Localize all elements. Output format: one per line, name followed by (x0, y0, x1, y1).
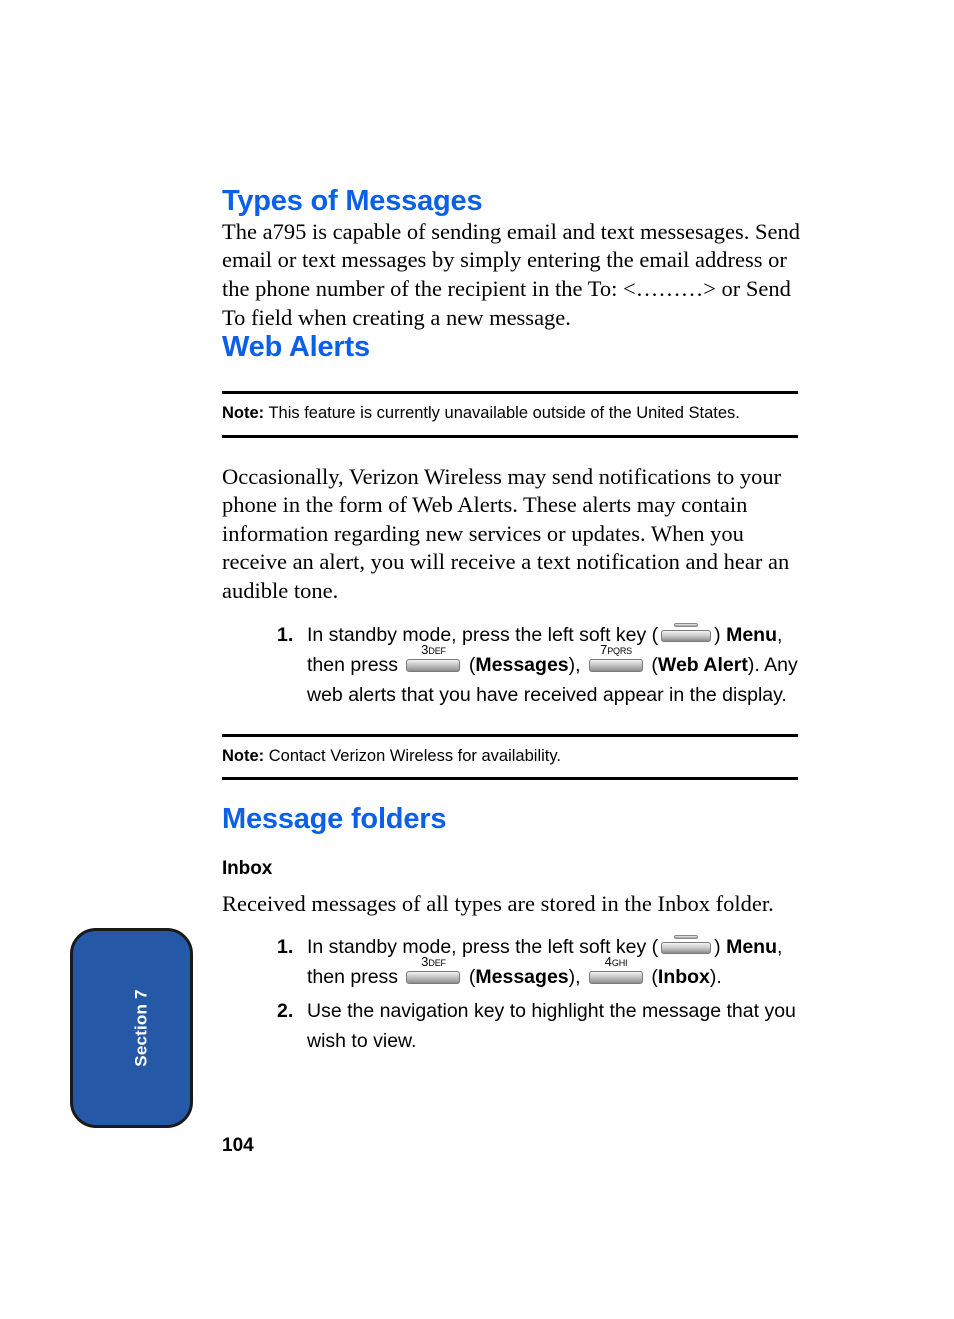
section-tab: Section 7 (70, 928, 193, 1128)
step-text: ( (463, 966, 476, 989)
list-item: 2. Use the navigation key to highlight th… (222, 996, 802, 1056)
heading-types-of-messages: Types of Messages (222, 185, 483, 217)
key-3-def-icon: 3DEF (406, 643, 461, 672)
step-bold-menu: Menu (726, 936, 778, 959)
note-body: Contact Verizon Wireless for availabilit… (264, 746, 561, 765)
paragraph-web-alerts: Occasionally, Verizon Wireless may send … (222, 463, 790, 603)
note-web-alerts: Note: This feature is currently unavaila… (222, 391, 802, 438)
key-letters: DEF (428, 958, 446, 969)
subheading-inbox: Inbox (222, 857, 273, 879)
note-text: Note: This feature is currently unavaila… (222, 394, 802, 434)
note-label: Note: (222, 746, 265, 765)
left-soft-key-icon (661, 622, 712, 642)
key-cap: 3DEF (407, 643, 459, 658)
key-letters: DEF (428, 645, 446, 656)
steps-inbox: 1. In standby mode, press the left soft k… (222, 932, 802, 1056)
left-soft-key-icon (661, 935, 712, 955)
heading-message-folders: Message folders (222, 803, 447, 835)
key-3-def-icon: 3DEF (406, 955, 461, 985)
step-text: Use the navigation key to highlight the … (307, 1000, 796, 1053)
key-digit: 4 (604, 954, 612, 970)
heading-web-alerts: Web Alerts (222, 331, 370, 364)
step-number: 2. (277, 1000, 294, 1023)
note-text: Note: Contact Verizon Wireless for avail… (222, 737, 802, 777)
paragraph-inbox: Received messages of all types are store… (222, 890, 774, 916)
key-cap: 7PQRS (590, 643, 642, 658)
step-text: ), (568, 966, 586, 989)
soft-key-dash-icon (674, 622, 699, 627)
key-letters: PQRS (607, 645, 632, 656)
step-text: ), (568, 653, 586, 676)
step-text: ( (645, 966, 658, 989)
key-7-pqrs-icon: 7PQRS (588, 643, 643, 672)
step-number: 1. (277, 936, 294, 959)
step-text: ) (714, 936, 727, 959)
soft-key-dash-icon (674, 935, 699, 940)
step-bold-menu: Menu (726, 623, 778, 646)
step-text: ( (463, 653, 476, 676)
step-number: 1. (277, 623, 294, 646)
key-letters: GHI (611, 958, 628, 969)
key-cap: 4GHI (590, 955, 642, 970)
list-item: 1. In standby mode, press the left soft k… (222, 932, 802, 992)
list-item: 1. In standby mode, press the left soft k… (222, 620, 802, 710)
note-availability: Note: Contact Verizon Wireless for avail… (222, 733, 802, 780)
step-text: ( (645, 653, 658, 676)
step-bold-messages: Messages (475, 653, 569, 676)
page-content: Types of Messages The a795 is capable of… (222, 185, 802, 1060)
step-text: ) (714, 623, 727, 646)
key-cap: 3DEF (407, 955, 459, 970)
note-rule-bottom (222, 777, 798, 780)
step-bold-inbox: Inbox (657, 966, 710, 989)
manual-page: Section 7 Types of Messages The a795 is … (0, 0, 954, 1319)
steps-web-alerts: 1. In standby mode, press the left soft k… (222, 620, 802, 710)
step-text: ). (709, 966, 722, 989)
step-bold-web-alert: Web Alert (657, 653, 748, 676)
key-4-ghi-icon: 4GHI (588, 955, 643, 985)
page-number: 104 (222, 1135, 254, 1156)
note-label: Note: (222, 404, 265, 423)
section-tab-label: Section 7 (131, 989, 151, 1067)
note-body: This feature is currently unavailable ou… (264, 404, 740, 423)
step-bold-messages: Messages (475, 966, 569, 989)
note-rule-bottom (222, 434, 798, 438)
paragraph-types-of-messages: The a795 is capable of sending email and… (222, 218, 800, 330)
